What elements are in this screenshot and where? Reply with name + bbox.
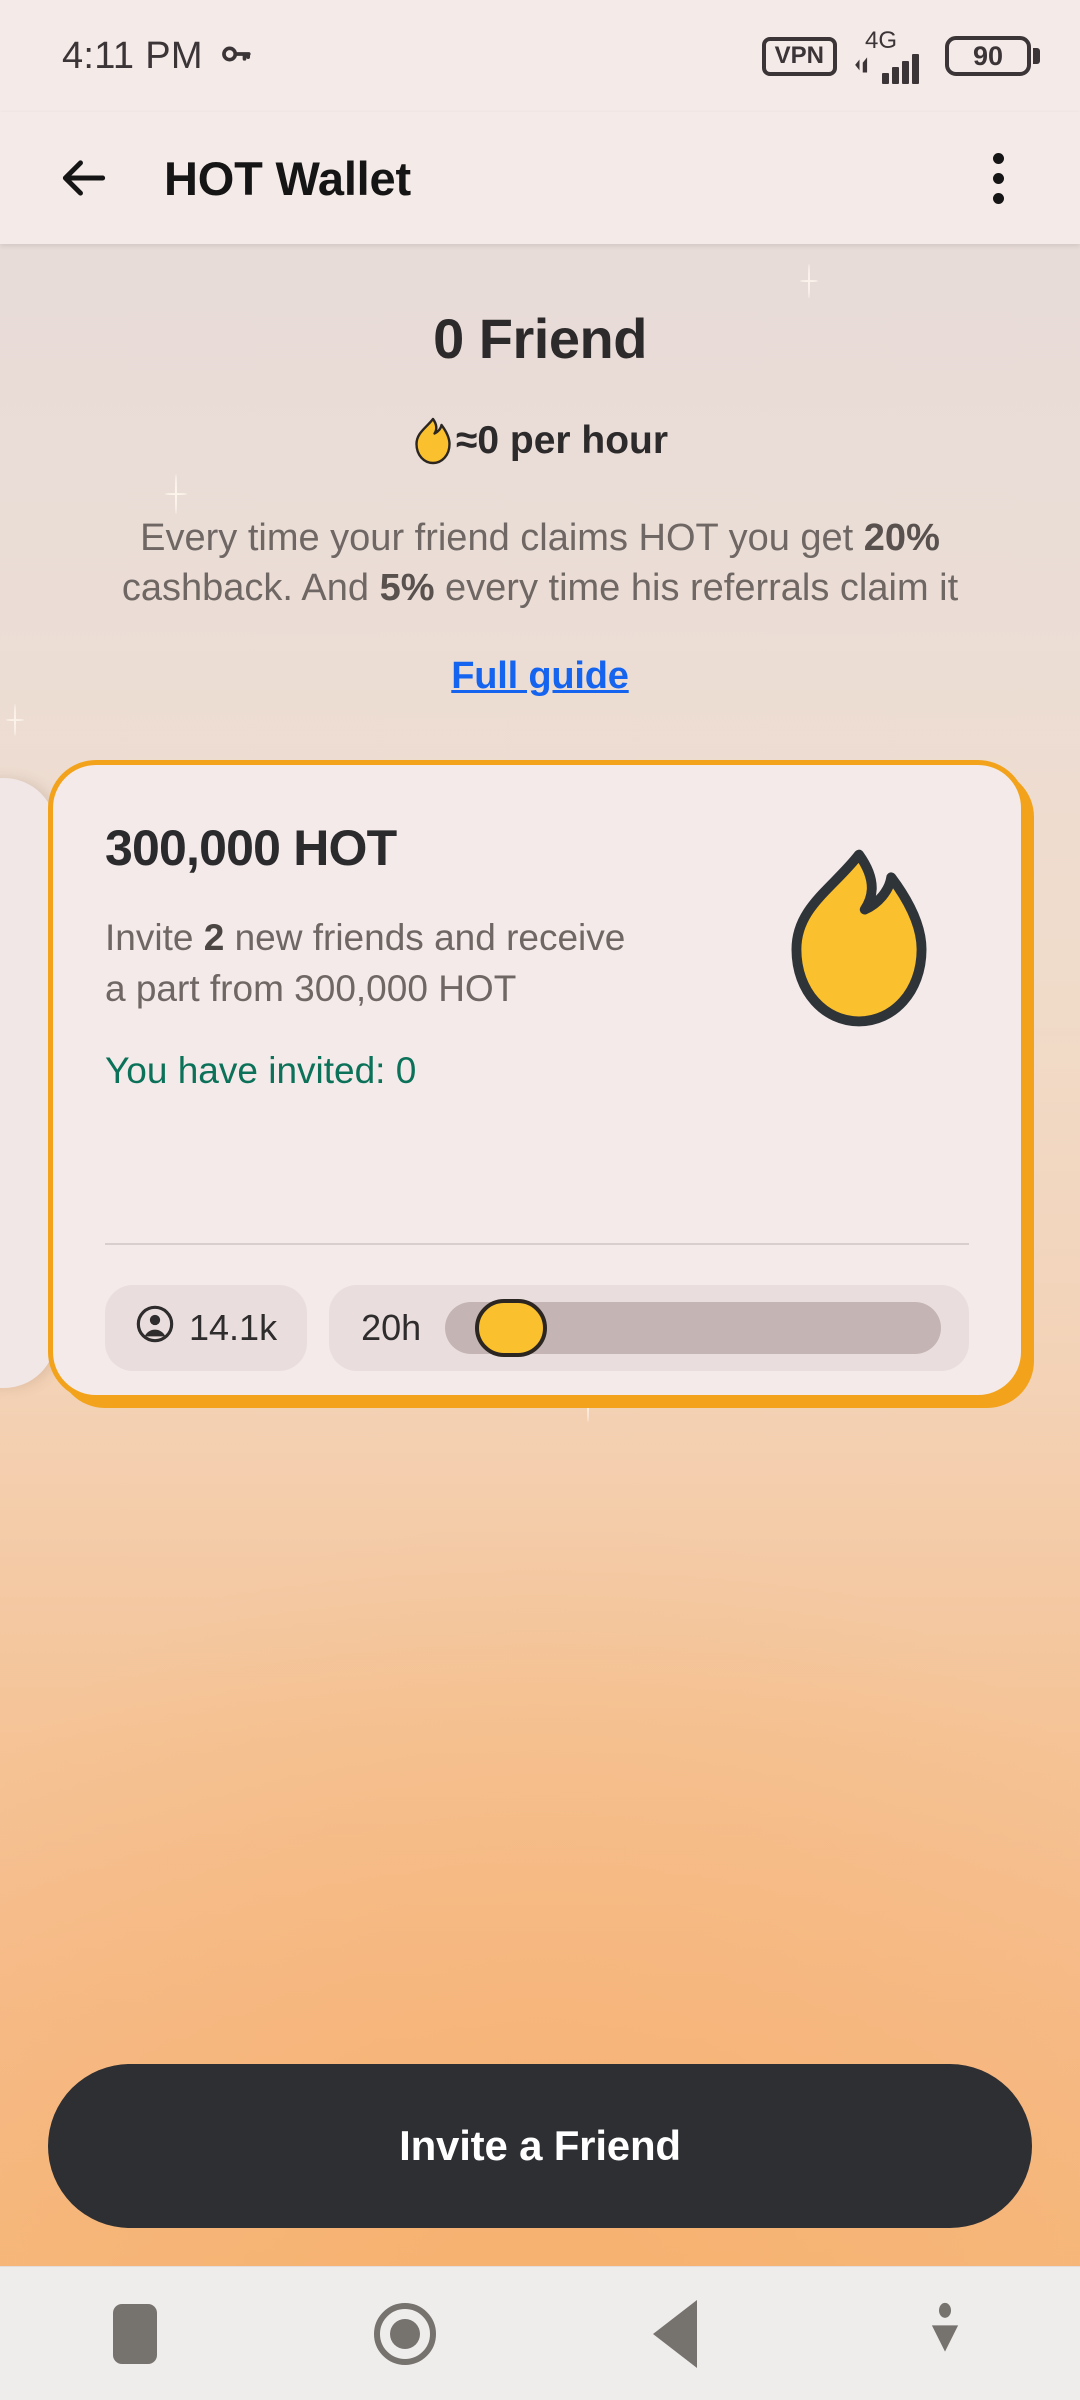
- status-bar-right: VPN 4G 90: [761, 26, 1040, 84]
- reward-card[interactable]: 300,000 HOT Invite 2 new friends and rec…: [48, 760, 1026, 1401]
- referral-description: Every time your friend claims HOT you ge…: [0, 513, 1080, 613]
- android-nav-bar: [0, 2266, 1080, 2400]
- app-bar: HOT Wallet: [0, 112, 1080, 244]
- data-transfer-icon: [853, 53, 879, 84]
- card-divider: [105, 1243, 969, 1246]
- status-bar-clock: 4:11 PM: [62, 34, 203, 77]
- desc-part-3: every time his referrals claim it: [434, 567, 959, 610]
- network-indicator: 4G: [853, 26, 929, 84]
- reward-desc-line-2: a part from 300,000 HOT: [105, 967, 517, 1009]
- page-title: HOT Wallet: [164, 151, 411, 205]
- flame-icon: [412, 417, 454, 465]
- battery-icon: 90: [945, 36, 1040, 76]
- overflow-menu-button[interactable]: [962, 142, 1034, 214]
- invited-count-label: You have invited: 0: [105, 1049, 417, 1091]
- hide-keyboard-button[interactable]: [810, 2267, 1080, 2400]
- desc-part-2: cashback. And: [121, 567, 380, 610]
- progress-thumb: [474, 1299, 547, 1358]
- reward-desc-part-1: Invite: [105, 917, 204, 959]
- desc-bold-5: 5%: [379, 567, 435, 610]
- participants-badge: 14.1k: [105, 1285, 308, 1372]
- recents-button[interactable]: [0, 2267, 270, 2400]
- status-bar: 4:11 PM VPN 4G 90: [0, 0, 1080, 112]
- reward-desc-bold: 2: [203, 917, 225, 959]
- main-content: 0 Friend ≈0 per hour Every time your fri…: [0, 244, 1080, 2266]
- status-bar-left: 4:11 PM: [62, 35, 253, 78]
- invite-a-friend-button[interactable]: Invite a Friend: [48, 2064, 1032, 2228]
- hero-section: 0 Friend ≈0 per hour Every time your fri…: [0, 244, 1080, 698]
- full-guide-link[interactable]: Full guide: [451, 655, 629, 698]
- desc-bold-20: 20%: [863, 517, 940, 559]
- hourly-rate-label: ≈0 per hour: [455, 419, 669, 462]
- hourly-rate: ≈0 per hour: [0, 417, 1080, 465]
- recents-square-icon: [113, 2303, 157, 2364]
- back-arrow-icon: [62, 160, 106, 196]
- card-footer: 14.1k 20h: [105, 1285, 969, 1372]
- signal-bars-icon: [882, 53, 929, 84]
- reward-desc-part-2: new friends and receive: [224, 917, 626, 959]
- back-button[interactable]: [48, 142, 120, 214]
- cta-container: Invite a Friend: [0, 2064, 1080, 2228]
- account-circle-icon: [135, 1304, 175, 1353]
- home-circle-icon: [374, 2302, 436, 2365]
- time-remaining-label: 20h: [361, 1307, 422, 1349]
- time-progress: 20h: [329, 1285, 969, 1372]
- phone-screen: 4:11 PM VPN 4G 90 HOT Wallet 0 Friend ≈0…: [0, 0, 1080, 2400]
- battery-level: 90: [972, 40, 1004, 71]
- back-triangle-icon: [653, 2299, 697, 2368]
- reward-description: Invite 2 new friends and receive a part …: [105, 913, 745, 1014]
- hide-keyboard-icon: [922, 2301, 968, 2366]
- reward-carousel[interactable]: 300,000 HOT Invite 2 new friends and rec…: [0, 760, 1080, 1410]
- sparkle-decoration: [6, 704, 24, 736]
- key-icon: [219, 37, 253, 76]
- network-type-label: 4G: [865, 26, 898, 54]
- home-button[interactable]: [270, 2267, 540, 2400]
- progress-track: [445, 1299, 941, 1358]
- nav-back-button[interactable]: [540, 2267, 810, 2400]
- vpn-icon: VPN: [761, 36, 837, 76]
- desc-part-1: Every time your friend claims HOT you ge…: [140, 517, 864, 559]
- participants-count: 14.1k: [189, 1307, 278, 1349]
- flame-icon: [775, 847, 943, 1029]
- friend-count-title: 0 Friend: [433, 307, 647, 370]
